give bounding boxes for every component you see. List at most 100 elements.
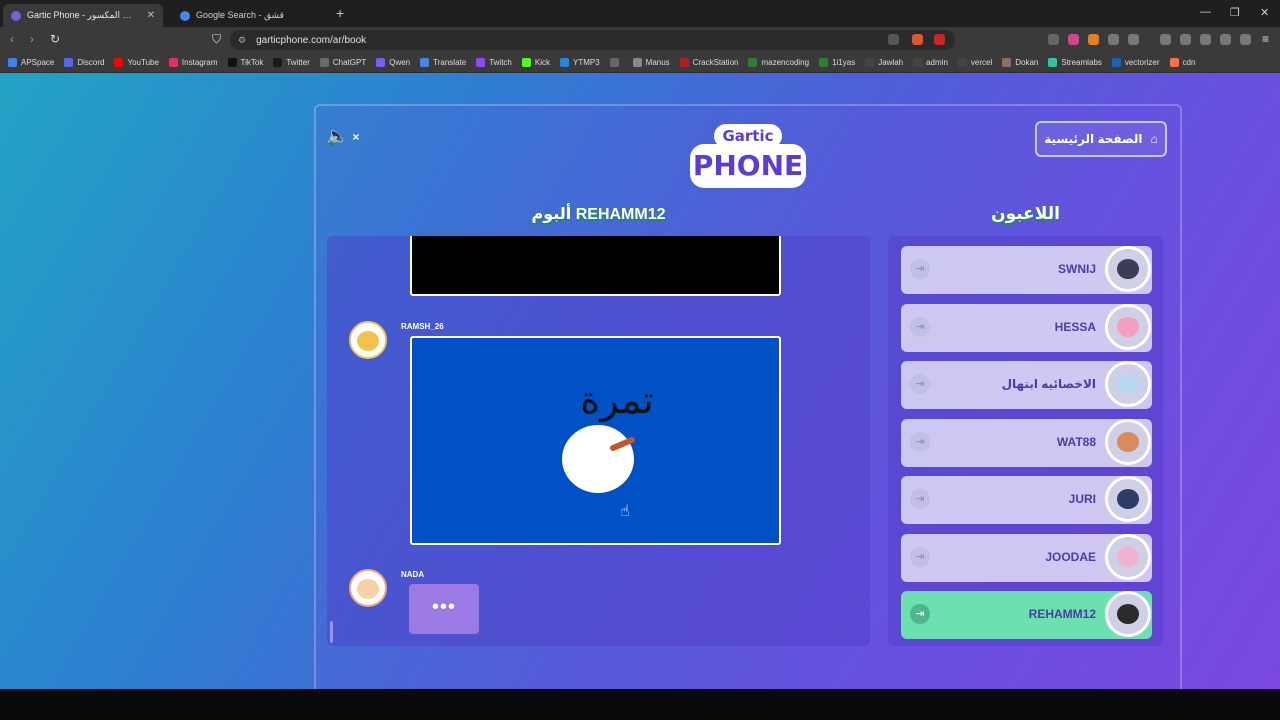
media-icon[interactable] <box>1160 34 1171 45</box>
bookmark-item[interactable]: vercel <box>957 58 993 67</box>
close-tab-icon[interactable]: ✕ <box>147 10 155 21</box>
bookmark-item[interactable]: YTMP3 <box>560 58 600 67</box>
bookmark-item[interactable]: Kick <box>521 58 550 67</box>
player-name: الاخصائيه ابتهال <box>1001 377 1096 391</box>
kick-player-icon[interactable]: ⇥ <box>910 374 930 394</box>
bookmark-item[interactable]: ChatGPT <box>319 58 366 67</box>
new-tab-icon[interactable]: + <box>336 5 344 21</box>
address-bar[interactable]: ⚙ garticphone.com/ar/book <box>230 30 955 50</box>
bookmark-item[interactable]: Twitter <box>273 58 310 67</box>
extension-icon[interactable] <box>1128 34 1139 45</box>
tab-title: Google Search - قشق <box>196 10 284 20</box>
bookmark-item[interactable]: vectorizer <box>1111 58 1160 67</box>
home-button[interactable]: الصفحة الرئيسية ⌂ <box>1035 121 1167 157</box>
restore-icon[interactable]: ❐ <box>1230 6 1240 19</box>
bookmark-favicon-icon <box>273 58 283 67</box>
bookmark-item[interactable]: admin <box>913 58 948 67</box>
browser-toolbar: ‹ › ↻ ⛉ ⚙ garticphone.com/ar/book ≡ <box>0 27 1280 53</box>
bookmark-item[interactable]: Twitch <box>476 58 512 67</box>
extension-icon[interactable] <box>1048 34 1059 45</box>
vpn-icon[interactable] <box>1240 34 1251 45</box>
player-name: WAT88 <box>1056 434 1096 449</box>
close-window-icon[interactable]: ✕ <box>1260 6 1269 19</box>
bookmark-item[interactable]: Instagram <box>168 58 218 67</box>
bookmark-item[interactable]: cdn <box>1169 58 1196 67</box>
player-avatar <box>1105 303 1151 350</box>
bookmark-label: Streamlabs <box>1061 58 1102 67</box>
brave-shield-icon[interactable] <box>912 34 923 45</box>
bookmark-item[interactable]: APSpace <box>8 58 54 67</box>
kick-player-icon[interactable]: ⇥ <box>910 604 930 624</box>
tab-title: Gartic Phone - لعبة الهاتف المكسور <box>27 10 141 20</box>
bookmark-item[interactable]: Jawlah <box>865 58 903 67</box>
bookmark-label: vercel <box>970 58 993 67</box>
bookmark-label: Manus <box>645 58 670 67</box>
player-name: JURI <box>1068 492 1096 506</box>
player-row[interactable]: ⇥ REHAMM12 <box>901 591 1152 639</box>
bookmark-item[interactable]: Dokan <box>1002 58 1038 67</box>
leo-icon[interactable] <box>1220 34 1231 45</box>
bookmark-label: Jawlah <box>878 58 904 67</box>
player-row[interactable]: ⇥ SWNIJ <box>901 246 1152 294</box>
kick-player-icon[interactable]: ⇥ <box>910 546 930 567</box>
bookmark-icon[interactable]: ⛉ <box>212 32 221 47</box>
bookmark-item[interactable]: Streamlabs <box>1048 58 1102 67</box>
bookmark-item[interactable]: Manus <box>632 58 670 67</box>
wallet-icon[interactable] <box>1200 34 1211 45</box>
player-row[interactable]: ⇥ WAT88 <box>901 418 1152 467</box>
entry-author-name: NADA <box>401 570 425 579</box>
logo-main-text: PHONE <box>690 144 806 188</box>
back-icon[interactable]: ‹ <box>10 32 14 46</box>
bookmark-label: cdn <box>1182 58 1196 67</box>
reload-icon[interactable]: ↻ <box>50 32 60 46</box>
extension-icon[interactable] <box>1088 34 1099 45</box>
hand-cursor-icon: ☝ <box>620 503 630 520</box>
url-text: garticphone.com/ar/book <box>256 34 367 46</box>
bookmark-item[interactable]: CrackStation <box>679 58 739 67</box>
mute-button[interactable]: 🔈 × <box>326 126 359 147</box>
bookmark-item[interactable]: Discord <box>64 58 104 67</box>
menu-icon[interactable]: ≡ <box>1262 32 1269 46</box>
player-name: JOODAE <box>1045 549 1096 564</box>
bookmark-item[interactable]: mazencoding <box>748 58 809 67</box>
tab-google-search[interactable]: Google Search - قشق <box>172 4 342 27</box>
kick-player-icon[interactable]: ⇥ <box>910 259 930 279</box>
bookmark-item[interactable]: YouTube <box>114 58 159 67</box>
minimize-icon[interactable]: — <box>1200 6 1211 18</box>
player-row[interactable]: ⇥ HESSA <box>901 303 1152 352</box>
game-page: 🔈 × PHONE Gartic الصفحة الرئيسية ⌂ ألبوم … <box>0 73 1280 689</box>
bookmark-label: vectorizer <box>1124 58 1160 67</box>
player-row[interactable]: ⇥ JURI <box>901 476 1152 524</box>
bookmark-label: admin <box>926 58 948 67</box>
kick-player-icon[interactable]: ⇥ <box>910 431 930 452</box>
scrollbar[interactable] <box>330 621 333 643</box>
logo-top-text: Gartic <box>714 124 782 148</box>
album-panel[interactable]: RAMSH_26 تمرة NADA ••• ☝ <box>327 236 870 646</box>
bookmark-item[interactable]: Translate <box>420 58 466 67</box>
player-row[interactable]: ⇥ JOODAE <box>901 533 1152 582</box>
bookmark-favicon-icon <box>114 58 124 67</box>
player-row[interactable]: ⇥ الاخصائيه ابتهال <box>901 361 1152 409</box>
google-favicon-icon <box>180 10 190 21</box>
extension-icon[interactable] <box>1068 34 1079 45</box>
kick-player-icon[interactable]: ⇥ <box>910 316 930 337</box>
player-avatar <box>1105 533 1151 580</box>
bookmark-favicon-icon <box>632 58 642 67</box>
forward-icon[interactable]: › <box>30 32 34 46</box>
bookmark-item[interactable]: Qwen <box>376 58 410 67</box>
sidebar-icon[interactable] <box>1180 34 1191 45</box>
bookmark-favicon-icon <box>748 58 758 67</box>
bookmark-label: CrackStation <box>692 58 739 67</box>
bookmark-item[interactable]: 1i1yas <box>819 58 855 67</box>
bookmark-favicon-icon <box>865 58 875 67</box>
tab-gartic-phone[interactable]: Gartic Phone - لعبة الهاتف المكسور ✕ <box>3 4 163 27</box>
bookmark-label: Translate <box>433 58 467 67</box>
share-icon[interactable] <box>888 34 899 45</box>
bookmark-label: Kick <box>534 58 550 67</box>
brave-rewards-icon[interactable] <box>934 34 945 45</box>
bookmark-item[interactable] <box>609 58 623 67</box>
bookmark-item[interactable]: TikTok <box>227 58 263 67</box>
site-info-icon[interactable]: ⚙ <box>238 35 246 46</box>
extension-icon[interactable] <box>1108 34 1119 45</box>
kick-player-icon[interactable]: ⇥ <box>910 489 930 509</box>
